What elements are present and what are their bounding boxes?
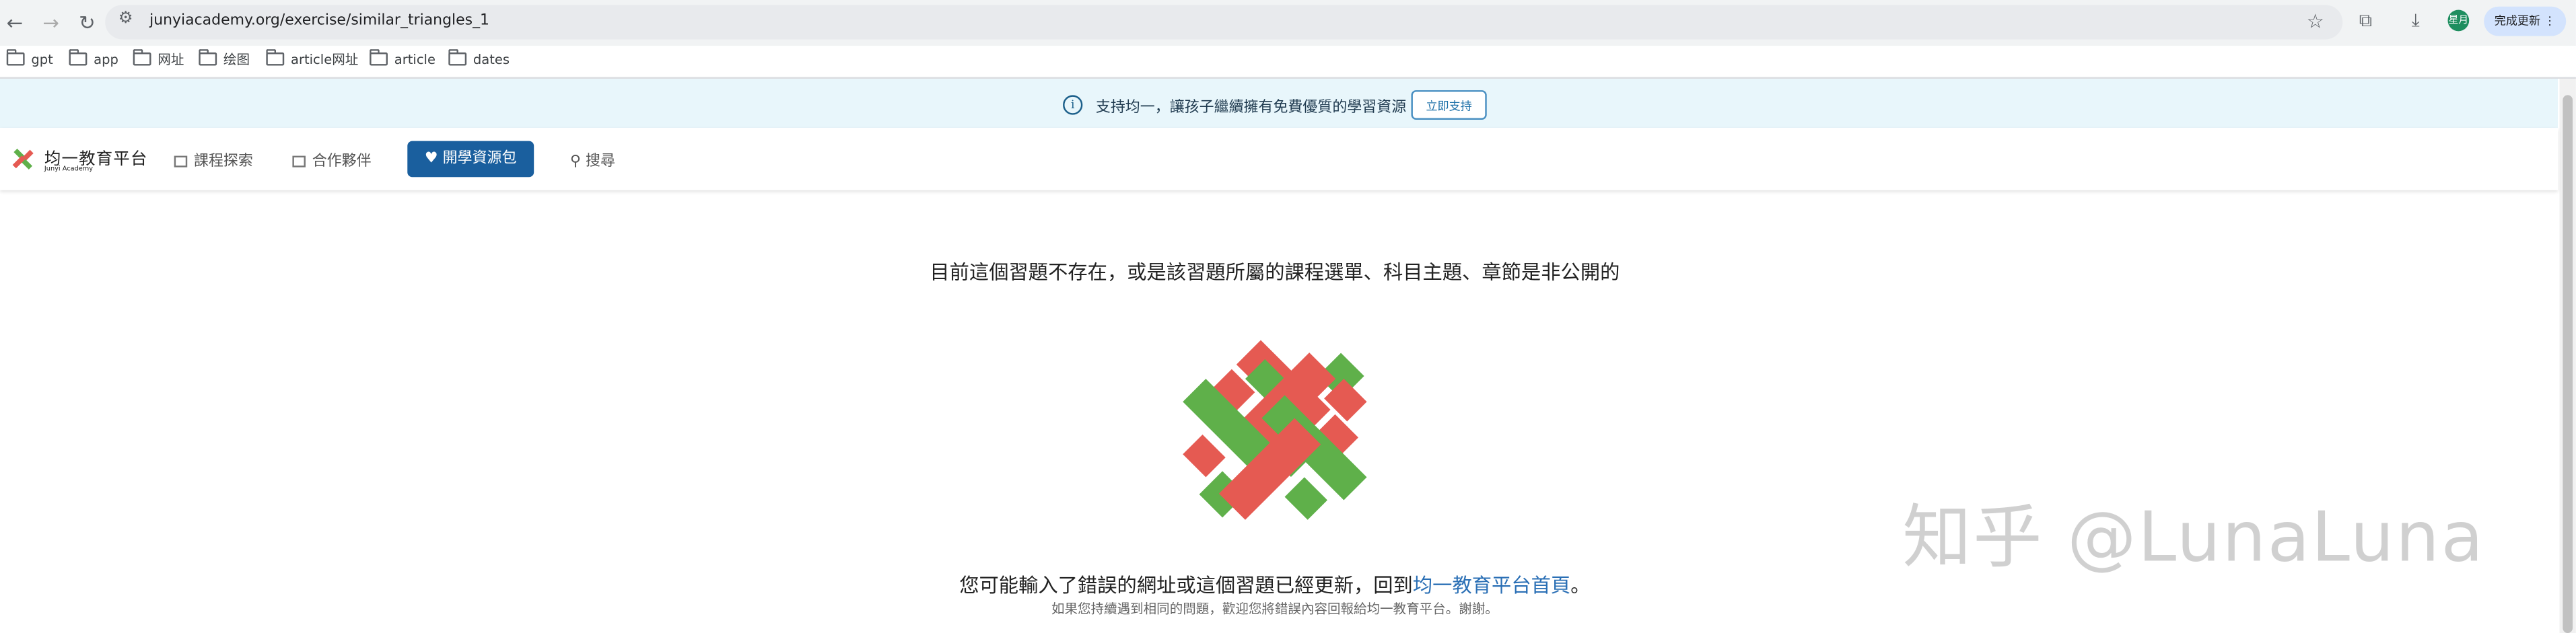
update-button[interactable]: 完成更新 ⋮ bbox=[2484, 6, 2567, 36]
junyi-large-logo-icon bbox=[1183, 340, 1367, 520]
folder-icon bbox=[370, 49, 388, 66]
update-label: 完成更新 bbox=[2494, 14, 2541, 28]
search-label: 搜尋 bbox=[585, 154, 615, 171]
home-link[interactable]: 均一教育平台首頁 bbox=[1413, 574, 1570, 597]
bookmark-app[interactable]: app bbox=[69, 49, 118, 72]
nav-label: 合作夥伴 bbox=[312, 154, 372, 171]
nav-course-explore[interactable]: 課程探索 bbox=[174, 149, 253, 171]
banner-text: 支持均一，讓孩子繼續擁有免費優質的學習資源 bbox=[1095, 100, 1407, 117]
info-icon: i bbox=[1063, 95, 1083, 115]
folder-icon bbox=[266, 49, 285, 66]
scrollbar-thumb[interactable] bbox=[2563, 95, 2573, 633]
search-icon: ⚲ bbox=[569, 154, 581, 171]
error-hint: 如果您持續遇到相同的問題，歡迎您將錯誤內容回報給均一教育平台。謝謝。 bbox=[1051, 601, 1498, 617]
bookmark-wangzhi[interactable]: 网址 bbox=[133, 49, 184, 72]
folder-icon bbox=[69, 49, 88, 66]
logo-subtext: Junyi Academy bbox=[44, 163, 94, 172]
bookmark-article[interactable]: article bbox=[370, 49, 436, 72]
error-title: 目前這個習題不存在，或是該習題所屬的課程選單、科目主題、章節是非公開的 bbox=[930, 260, 1620, 284]
donate-label: 開學資源包 bbox=[442, 151, 517, 167]
bookmark-star-icon[interactable]: ☆ bbox=[2307, 10, 2324, 33]
site-header bbox=[0, 128, 2558, 190]
watermark: 知乎 @LunaLuna bbox=[1902, 496, 2485, 578]
bookmark-huitu[interactable]: 绘图 bbox=[199, 49, 250, 72]
heart-icon: ♥ bbox=[424, 151, 438, 167]
reload-icon[interactable]: ↻ bbox=[74, 10, 100, 36]
support-now-button[interactable]: 立即支持 bbox=[1411, 90, 1487, 120]
error-message: 您可能輸入了錯誤的網址或這個習題已經更新，回到均一教育平台首頁。 bbox=[920, 570, 1630, 598]
url-text[interactable]: junyiacademy.org/exercise/similar_triang… bbox=[149, 13, 489, 30]
bookmark-label: 绘图 bbox=[223, 52, 250, 67]
bookmark-article-wangzhi[interactable]: article网址 bbox=[266, 49, 358, 72]
search-link[interactable]: ⚲ 搜尋 bbox=[569, 149, 615, 171]
forward-icon[interactable]: → bbox=[38, 10, 64, 36]
junyi-logo-icon[interactable] bbox=[7, 143, 40, 176]
message-suffix: 。 bbox=[1570, 574, 1591, 597]
download-icon[interactable]: ⤓ bbox=[2412, 10, 2420, 33]
bookmark-label: article bbox=[394, 52, 436, 67]
folder-icon bbox=[448, 49, 467, 66]
bookmark-dates[interactable]: dates bbox=[448, 49, 510, 72]
partners-icon bbox=[292, 155, 306, 167]
nav-label: 課程探索 bbox=[193, 154, 253, 171]
site-info-icon[interactable]: ⚙ bbox=[118, 10, 133, 28]
folder-icon bbox=[199, 49, 217, 66]
extensions-icon[interactable]: ⧉ bbox=[2359, 10, 2372, 33]
message-text: 您可能輸入了錯誤的網址或這個習題已經更新，回到 bbox=[959, 574, 1413, 597]
folder-icon bbox=[6, 49, 25, 66]
page: ← → ↻ ⚙ junyiacademy.org/exercise/simila… bbox=[0, 0, 2576, 633]
bookmark-label: app bbox=[94, 52, 118, 67]
bookmark-label: dates bbox=[473, 52, 510, 67]
bookmark-label: 网址 bbox=[158, 52, 184, 67]
bookmark-gpt[interactable]: gpt bbox=[6, 49, 53, 72]
donate-button[interactable]: ♥ 開學資源包 bbox=[407, 141, 534, 178]
folder-icon bbox=[133, 49, 151, 66]
avatar[interactable]: 星月 bbox=[2447, 9, 2470, 32]
nav-partners[interactable]: 合作夥伴 bbox=[292, 149, 372, 171]
bookmark-label: gpt bbox=[31, 52, 53, 67]
bookmark-label: article网址 bbox=[290, 52, 359, 67]
book-icon bbox=[174, 155, 188, 167]
back-icon[interactable]: ← bbox=[1, 10, 28, 36]
